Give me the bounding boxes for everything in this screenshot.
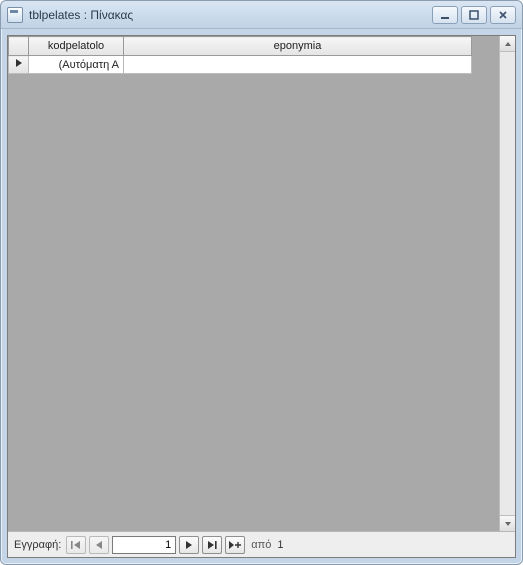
close-button[interactable] xyxy=(490,6,516,24)
cell-kod[interactable]: (Αυτόματη Α xyxy=(29,56,124,74)
maximize-button[interactable] xyxy=(461,6,487,24)
last-record-button[interactable] xyxy=(202,536,222,554)
row-selector[interactable] xyxy=(9,56,29,74)
of-label: από xyxy=(251,539,271,551)
app-window: tblpelates : Πίνακας kodpelatolo eponymi… xyxy=(0,0,523,565)
datasheet-area: kodpelatolo eponymia (Αυτόματη Α xyxy=(7,35,516,558)
total-records: 1 xyxy=(277,539,283,551)
new-record-button[interactable] xyxy=(225,536,245,554)
column-header-kod[interactable]: kodpelatolo xyxy=(29,37,124,56)
current-row-icon xyxy=(14,58,24,68)
record-number-input[interactable] xyxy=(112,536,176,554)
table-icon xyxy=(7,7,23,23)
scroll-down-button[interactable] xyxy=(500,515,515,531)
cell-epo[interactable] xyxy=(124,56,472,74)
titlebar[interactable]: tblpelates : Πίνακας xyxy=(1,1,522,29)
next-record-button[interactable] xyxy=(179,536,199,554)
first-record-button[interactable] xyxy=(66,536,86,554)
select-all-corner[interactable] xyxy=(9,37,29,56)
data-grid[interactable]: kodpelatolo eponymia (Αυτόματη Α xyxy=(8,36,472,74)
table-row[interactable]: (Αυτόματη Α xyxy=(9,56,472,74)
scroll-up-button[interactable] xyxy=(500,36,515,52)
minimize-button[interactable] xyxy=(432,6,458,24)
record-navigator: Εγγραφή: από 1 xyxy=(8,531,515,557)
record-label: Εγγραφή: xyxy=(14,539,61,551)
window-title: tblpelates : Πίνακας xyxy=(29,8,432,22)
grid-viewport: kodpelatolo eponymia (Αυτόματη Α xyxy=(8,36,515,531)
column-header-epo[interactable]: eponymia xyxy=(124,37,472,56)
column-header-row: kodpelatolo eponymia xyxy=(9,37,472,56)
prev-record-button[interactable] xyxy=(89,536,109,554)
vertical-scrollbar[interactable] xyxy=(499,36,515,531)
window-controls xyxy=(432,6,516,24)
